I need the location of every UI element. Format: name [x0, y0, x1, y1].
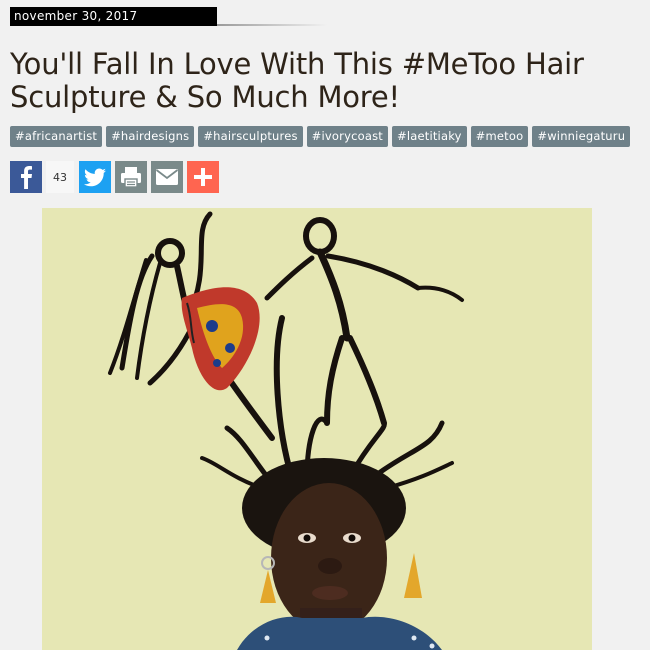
more-share-button[interactable]	[187, 161, 219, 193]
post-date: november 30, 2017	[10, 7, 217, 26]
print-button[interactable]	[115, 161, 147, 193]
tag-winniegaturu[interactable]: #winniegaturu	[532, 126, 631, 147]
print-icon	[121, 167, 141, 188]
tag-metoo[interactable]: #metoo	[470, 126, 529, 147]
email-icon	[155, 169, 179, 185]
twitter-share-button[interactable]	[79, 161, 111, 193]
facebook-share-count: 43	[46, 161, 74, 193]
hair-sculpture-photo	[42, 208, 592, 650]
date-divider	[217, 24, 327, 26]
twitter-icon	[84, 168, 106, 187]
email-share-button[interactable]	[151, 161, 183, 193]
tag-laetitiaky[interactable]: #laetitiaky	[391, 126, 467, 147]
tag-hairdesigns[interactable]: #hairdesigns	[106, 126, 195, 147]
plus-icon	[194, 168, 212, 186]
tag-ivorycoast[interactable]: #ivorycoast	[306, 126, 388, 147]
facebook-share-button[interactable]	[10, 161, 42, 193]
share-bar: 43	[10, 161, 223, 193]
post-title: You'll Fall In Love With This #MeToo Hai…	[10, 47, 584, 114]
tag-africanartist[interactable]: #africanartist	[10, 126, 103, 147]
tag-list: #africanartist #hairdesigns #hairsculptu…	[10, 126, 631, 147]
featured-image	[42, 208, 592, 650]
facebook-icon	[21, 166, 32, 189]
tag-hairsculptures[interactable]: #hairsculptures	[198, 126, 303, 147]
